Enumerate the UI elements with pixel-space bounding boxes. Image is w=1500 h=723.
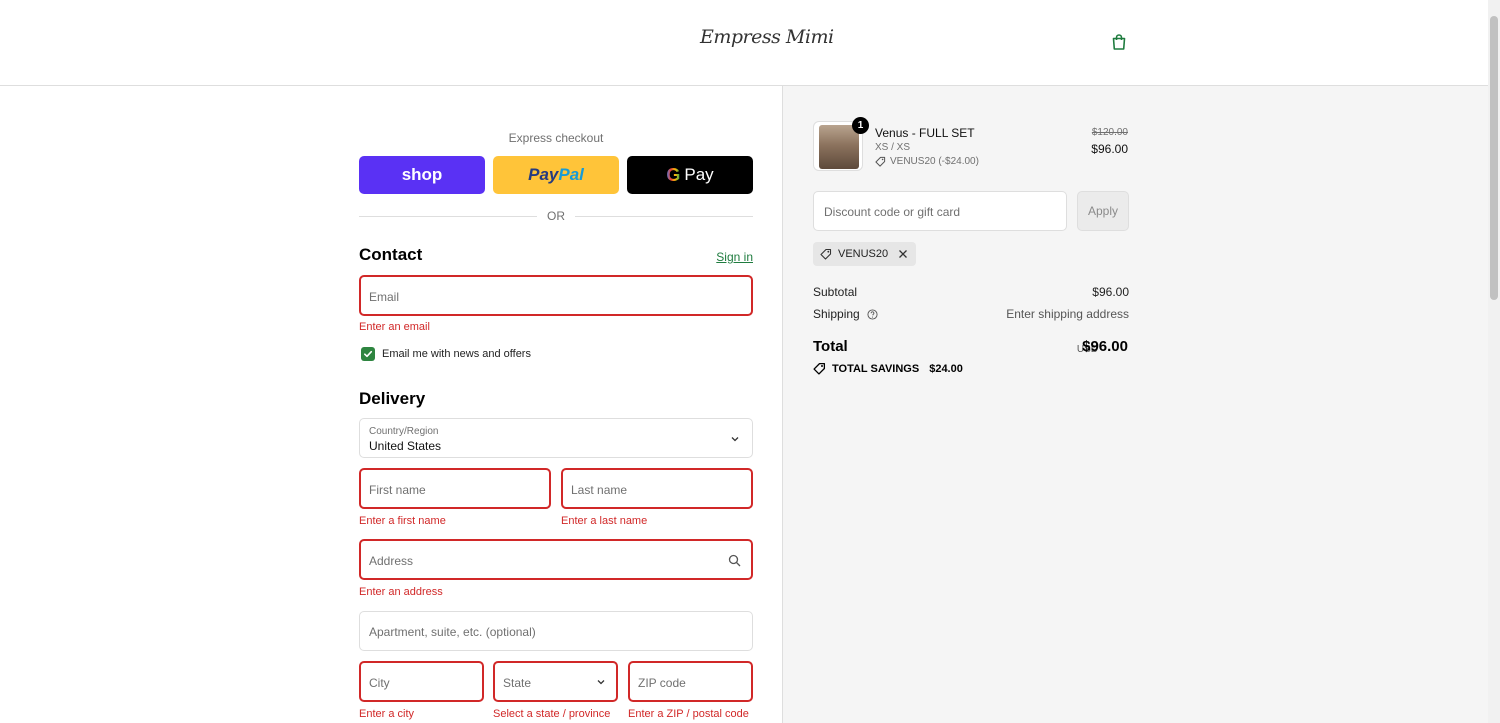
newsletter-label[interactable]: Email me with news and offers <box>382 348 531 360</box>
country-label: Country/Region <box>369 426 439 437</box>
subtotal-label: Subtotal <box>813 285 858 299</box>
city-error: Enter a city <box>359 708 415 720</box>
google-pay-button[interactable]: G Pay <box>627 156 753 194</box>
paypal-logo: PayPal <box>528 165 584 185</box>
contact-title: Contact <box>359 245 423 264</box>
apartment-placeholder: Apartment, suite, etc. (optional) <box>369 625 536 639</box>
google-pay-logo: G Pay <box>666 165 713 186</box>
discount-code-placeholder: Discount code or gift card <box>824 205 961 219</box>
country-select[interactable]: Country/Region United States <box>359 418 753 458</box>
shipping-row: Shipping Enter shipping address <box>813 307 1129 321</box>
subtotal-value: $96.00 <box>1092 285 1129 299</box>
discounted-price: $96.00 <box>1091 142 1128 156</box>
original-price: $120.00 <box>1091 127 1128 138</box>
shop-pay-button[interactable]: shop <box>359 156 485 194</box>
search-icon[interactable] <box>728 554 741 567</box>
zip-code-placeholder: ZIP code <box>638 676 686 690</box>
paypal-button[interactable]: PayPal <box>493 156 619 194</box>
first-name-error: Enter a first name <box>359 515 446 527</box>
checkout-page: Empress Mimi 1 Venus - FULL SET XS / XS … <box>0 0 1500 723</box>
tag-icon <box>875 156 886 167</box>
state-placeholder: State <box>503 676 532 690</box>
apply-discount-button[interactable]: Apply <box>1077 191 1129 231</box>
delivery-title: Delivery <box>359 389 426 408</box>
first-name-placeholder: First name <box>369 483 426 497</box>
chevron-down-icon <box>731 437 739 442</box>
newsletter-checkbox[interactable] <box>361 347 375 361</box>
or-label: OR <box>547 209 565 223</box>
savings-label: TOTAL SAVINGS <box>832 362 920 375</box>
sign-in-link[interactable]: Sign in <box>716 250 753 264</box>
state-select[interactable]: State <box>493 661 618 702</box>
express-checkout-title: Express checkout <box>508 131 604 145</box>
state-error: Select a state / province <box>493 708 611 720</box>
quantity-badge: 1 <box>852 117 869 134</box>
product-name: Venus - FULL SET <box>875 126 975 140</box>
total-savings: TOTAL SAVINGS $24.00 <box>813 362 963 375</box>
product-variant: XS / XS <box>875 142 911 153</box>
applied-discount-chip: VENUS20 <box>813 242 917 266</box>
google-g-icon: G <box>666 164 681 185</box>
or-divider: OR <box>359 208 753 224</box>
order-summary: 1 Venus - FULL SET XS / XS VENUS20 (-$24… <box>782 86 1488 723</box>
close-icon[interactable] <box>898 249 908 259</box>
scrollbar-thumb[interactable] <box>1490 16 1498 300</box>
address-field[interactable]: Address <box>359 539 753 580</box>
tag-icon <box>820 248 832 260</box>
checkmark-icon <box>364 350 373 358</box>
email-error: Enter an email <box>359 321 430 333</box>
first-name-field[interactable]: First name <box>359 468 551 509</box>
applied-discount-code: VENUS20 <box>838 248 889 260</box>
page-scrollbar[interactable] <box>1488 0 1500 723</box>
product-discount-label: VENUS20 (-$24.00) <box>890 156 979 167</box>
apartment-field[interactable]: Apartment, suite, etc. (optional) <box>359 611 753 651</box>
address-error: Enter an address <box>359 586 443 598</box>
country-value: United States <box>369 439 442 453</box>
last-name-error: Enter a last name <box>561 515 648 527</box>
zip-code-error: Enter a ZIP / postal code <box>628 708 749 720</box>
header: Empress Mimi <box>0 0 1488 86</box>
product-discount: VENUS20 (-$24.00) <box>875 156 979 167</box>
paypal-label-a: Pay <box>528 165 559 184</box>
chevron-down-icon <box>597 680 605 685</box>
paypal-label-b: Pal <box>558 165 584 184</box>
savings-value: $24.00 <box>929 362 963 375</box>
email-placeholder: Email <box>369 290 400 304</box>
product-thumbnail: 1 <box>813 117 869 171</box>
tag-icon <box>813 362 826 375</box>
subtotal-row: Subtotal $96.00 <box>813 285 1129 299</box>
shop-pay-label: shop <box>401 165 443 184</box>
city-field[interactable]: City <box>359 661 484 702</box>
email-field[interactable]: Email <box>359 275 753 316</box>
zip-code-field[interactable]: ZIP code <box>628 661 753 702</box>
total-label: Total <box>813 338 848 355</box>
total-value: $96.00 <box>1082 338 1128 355</box>
address-placeholder: Address <box>369 554 414 568</box>
google-pay-label: Pay <box>684 165 714 184</box>
shopping-bag-icon[interactable] <box>1110 33 1128 51</box>
last-name-placeholder: Last name <box>571 483 628 497</box>
city-placeholder: City <box>369 676 390 690</box>
store-logo[interactable]: Empress Mimi <box>700 26 834 48</box>
shipping-label: Shipping <box>813 307 860 321</box>
shipping-value: Enter shipping address <box>1006 307 1129 321</box>
help-circle-icon[interactable] <box>867 309 878 320</box>
discount-code-input[interactable]: Discount code or gift card <box>813 191 1067 231</box>
last-name-field[interactable]: Last name <box>561 468 753 509</box>
product-image <box>819 125 859 169</box>
